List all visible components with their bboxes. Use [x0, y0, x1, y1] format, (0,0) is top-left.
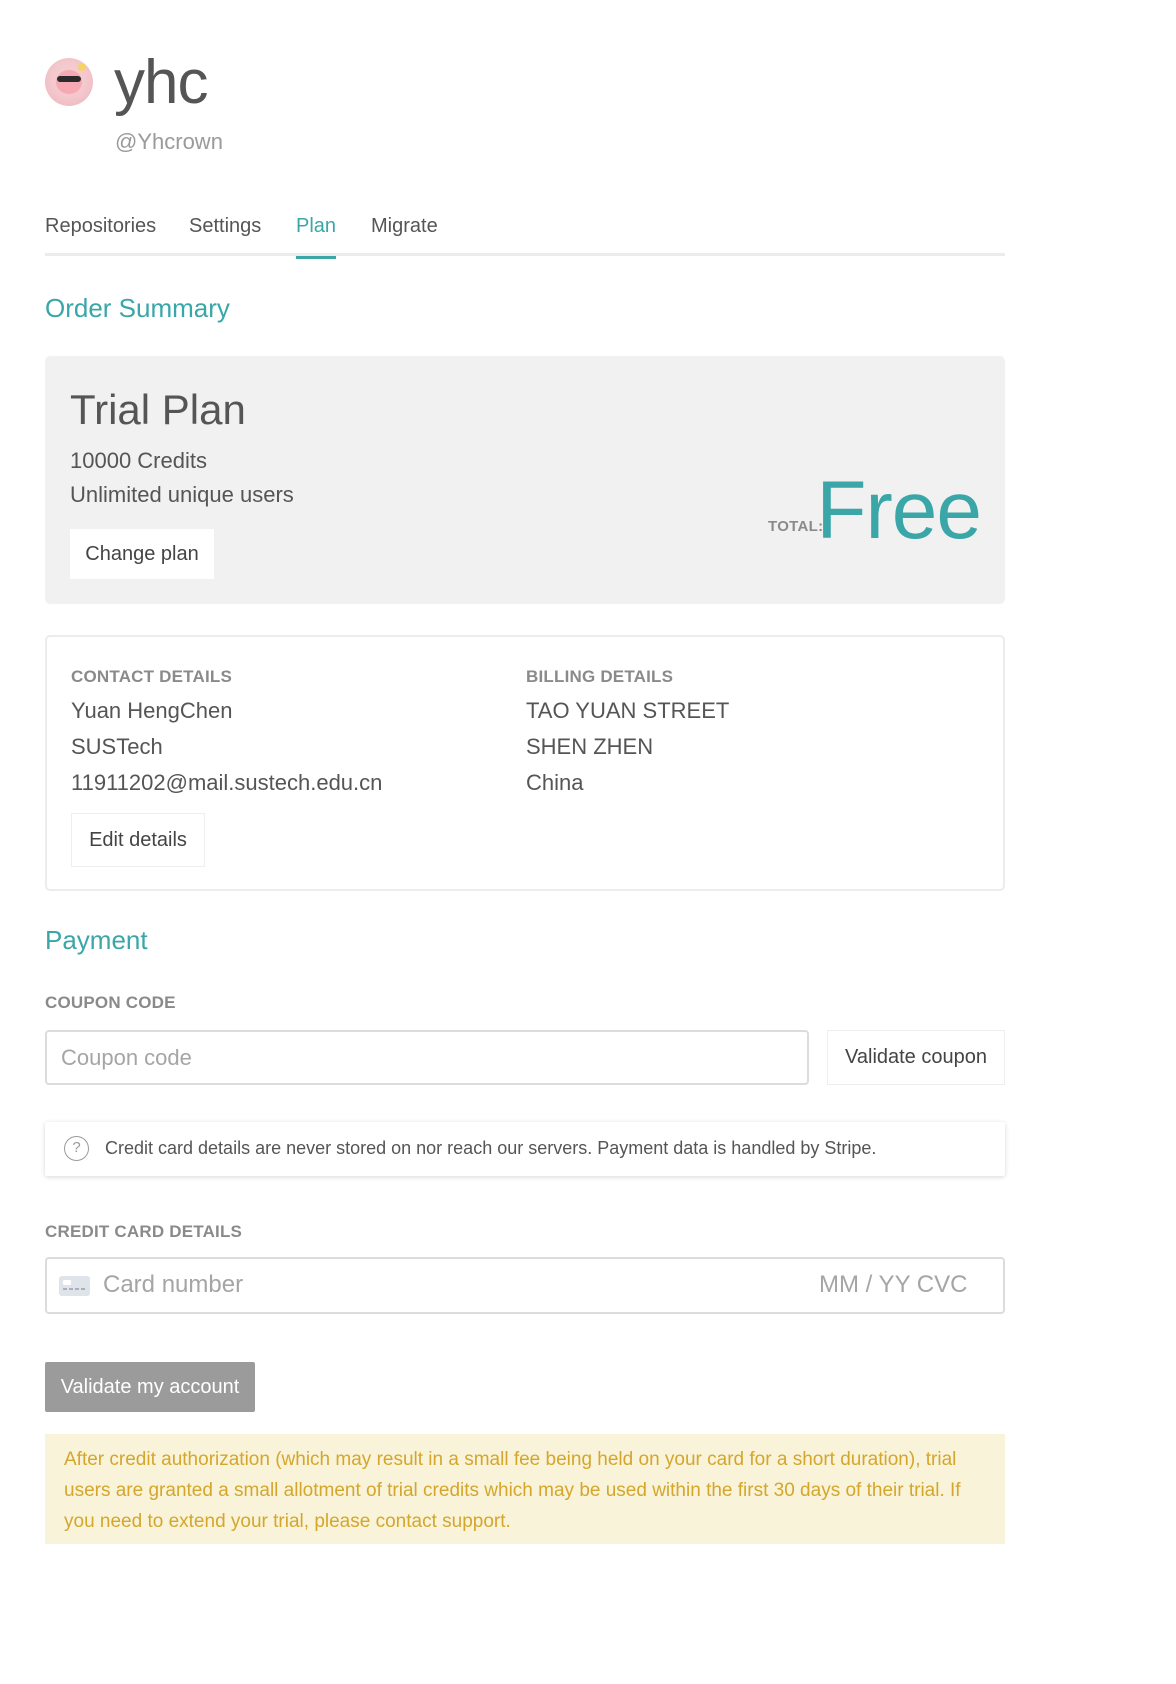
tab-migrate[interactable]: Migrate [371, 215, 438, 256]
profile-header: yhc @Yhcrown [45, 48, 545, 165]
validate-coupon-button[interactable]: Validate coupon [827, 1030, 1005, 1085]
stripe-notice: ? Credit card details are never stored o… [45, 1122, 1005, 1176]
total-value: Free [816, 465, 982, 556]
card-number-dots [63, 1288, 86, 1290]
card-number-input[interactable]: Card number MM / YY CVC [45, 1257, 1005, 1314]
contact-details-heading: CONTACT DETAILS [71, 667, 233, 686]
avatar-face [56, 70, 82, 94]
user-handle: @Yhcrown [115, 129, 223, 154]
billing-street: TAO YUAN STREET [526, 698, 730, 723]
contact-organization: SUSTech [71, 734, 163, 759]
plan-credits: 10000 Credits [70, 448, 207, 473]
change-plan-button[interactable]: Change plan [70, 529, 214, 579]
avatar-sparkle-icon [78, 63, 86, 71]
contact-details: CONTACT DETAILS Yuan HengChen SUSTech 11… [71, 667, 491, 801]
trial-warning: After credit authorization (which may re… [45, 1434, 1005, 1544]
card-number-placeholder: Card number [103, 1271, 244, 1298]
plan-name: Trial Plan [70, 386, 246, 433]
tab-repositories[interactable]: Repositories [45, 215, 156, 256]
username: yhc [114, 48, 208, 117]
plan-users: Unlimited unique users [70, 482, 294, 507]
avatar-sunglasses [57, 76, 81, 82]
total-label: TOTAL: [768, 518, 824, 535]
plan-summary-box: Trial Plan 10000 Credits Unlimited uniqu… [45, 356, 1005, 604]
billing-details: BILLING DETAILS TAO YUAN STREET SHEN ZHE… [526, 667, 946, 801]
stripe-notice-text: Credit card details are never stored on … [105, 1138, 877, 1158]
billing-details-heading: BILLING DETAILS [526, 667, 674, 686]
validate-account-button[interactable]: Validate my account [45, 1362, 255, 1412]
credit-card-icon [59, 1276, 90, 1296]
billing-country: China [526, 770, 584, 795]
card-expiry-cvc-placeholder[interactable]: MM / YY CVC [819, 1271, 967, 1299]
details-box: CONTACT DETAILS Yuan HengChen SUSTech 11… [45, 635, 1005, 891]
plan-page: yhc @Yhcrown Repositories Settings Plan … [0, 0, 1176, 1684]
edit-details-button[interactable]: Edit details [71, 813, 205, 867]
billing-city: SHEN ZHEN [526, 734, 654, 759]
tab-settings[interactable]: Settings [189, 215, 261, 256]
tab-plan[interactable]: Plan [296, 215, 337, 259]
avatar [45, 58, 93, 106]
coupon-code-label: COUPON CODE [45, 993, 176, 1012]
credit-card-label: CREDIT CARD DETAILS [45, 1222, 243, 1241]
payment-title: Payment [45, 925, 148, 955]
contact-name: Yuan HengChen [71, 698, 233, 723]
order-summary-title: Order Summary [45, 293, 230, 323]
question-circle-icon: ? [64, 1136, 89, 1161]
card-chip [63, 1280, 71, 1285]
coupon-code-input[interactable] [45, 1030, 809, 1085]
nav-tabs: Repositories Settings Plan Migrate [45, 212, 1005, 259]
contact-email: 11911202@mail.sustech.edu.cn [71, 770, 383, 795]
